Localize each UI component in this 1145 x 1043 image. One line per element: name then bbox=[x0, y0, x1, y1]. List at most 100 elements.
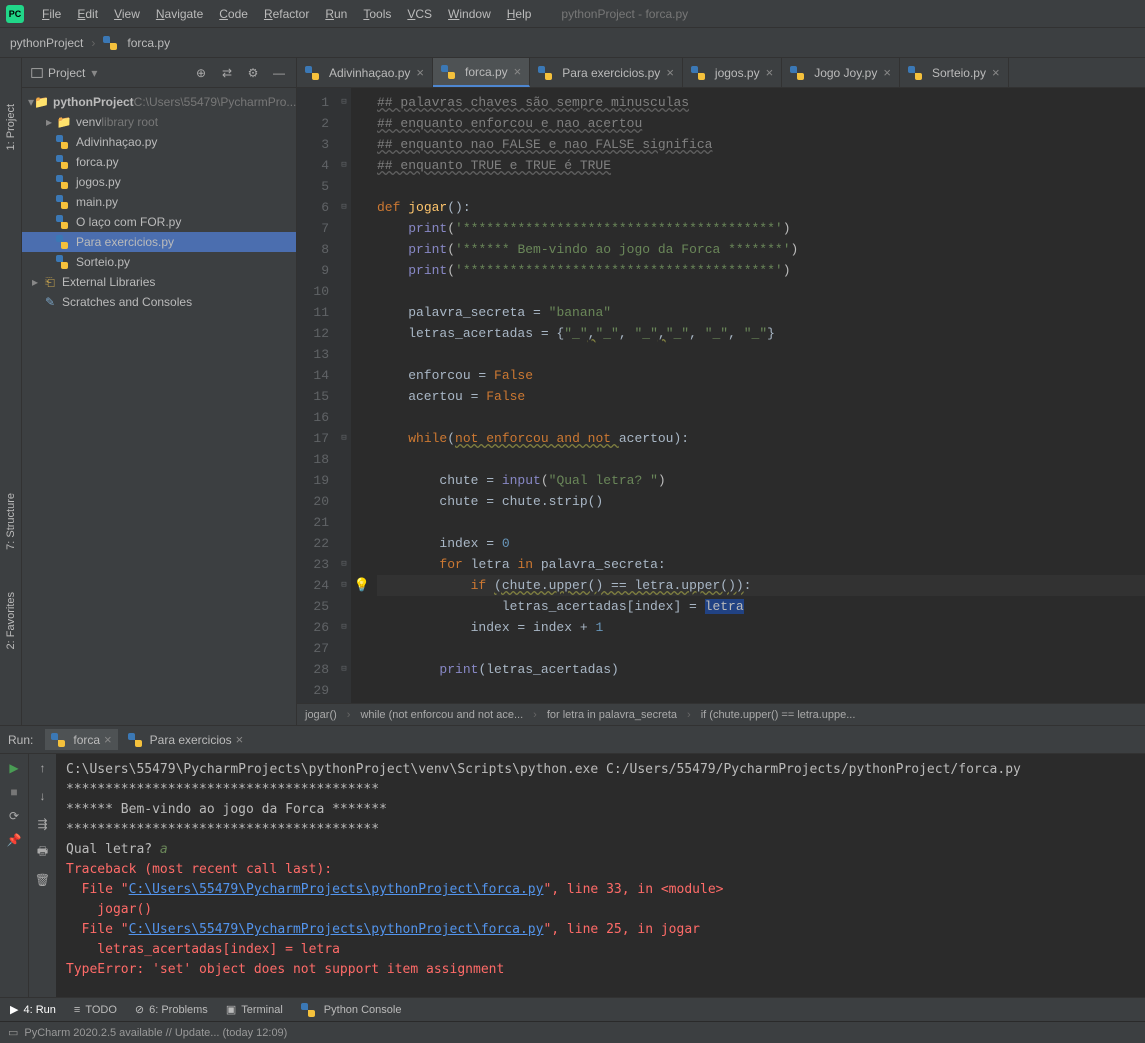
sidebar-title: Project bbox=[48, 66, 85, 80]
code-body[interactable]: ## palavras chaves são sempre minusculas… bbox=[373, 88, 1145, 703]
menu-container: FileEditViewNavigateCodeRefactorRunTools… bbox=[34, 3, 539, 25]
python-file-icon bbox=[305, 66, 319, 80]
run-tabs: forca ×Para exercicios × bbox=[45, 729, 249, 750]
tree-file-Sorteio-py[interactable]: Sorteio.py bbox=[22, 252, 296, 272]
editor-area: Adivinhaçao.py×forca.py×Para exercicios.… bbox=[297, 58, 1145, 725]
tab-problems[interactable]: ⊘ 6: Problems bbox=[135, 1003, 208, 1016]
breadcrumb-item[interactable]: jogar() bbox=[305, 709, 337, 721]
menu-help[interactable]: Help bbox=[499, 3, 540, 25]
tool-tab-favorites[interactable]: 2: Favorites bbox=[3, 586, 19, 655]
menu-window[interactable]: Window bbox=[440, 3, 499, 25]
fold-gutter[interactable]: ⊟ ⊟ ⊟ ⊟ ⊟⊟ ⊟ ⊟ bbox=[337, 88, 351, 703]
menu-refactor[interactable]: Refactor bbox=[256, 3, 317, 25]
run-tab-forca[interactable]: forca × bbox=[45, 729, 117, 750]
tool-tab-structure[interactable]: 7: Structure bbox=[3, 487, 19, 556]
python-file-icon bbox=[790, 66, 804, 80]
run-tab-Para-exercicios[interactable]: Para exercicios × bbox=[122, 729, 250, 750]
sidebar-header: Project ▾ ⊕ ⇄ ⚙ — bbox=[22, 58, 296, 88]
menu-code[interactable]: Code bbox=[211, 3, 256, 25]
breadcrumb-item[interactable]: if (chute.upper() == letra.uppe... bbox=[701, 709, 856, 721]
print-icon[interactable]: 🖶 bbox=[33, 842, 53, 862]
pin-icon[interactable]: 📌 bbox=[4, 830, 24, 850]
editor-tab-Jogo-Joy-py[interactable]: Jogo Joy.py× bbox=[782, 58, 900, 87]
nav-file[interactable]: forca.py bbox=[127, 36, 170, 50]
trash-icon[interactable]: 🗑 bbox=[33, 870, 53, 890]
menu-view[interactable]: View bbox=[106, 3, 148, 25]
breadcrumb-item[interactable]: for letra in palavra_secreta bbox=[547, 709, 677, 721]
tree-file-jogos-py[interactable]: jogos.py bbox=[22, 172, 296, 192]
editor-tabs: Adivinhaçao.py×forca.py×Para exercicios.… bbox=[297, 58, 1145, 88]
tree-root[interactable]: ▾📁pythonProject C:\Users\55479\PycharmPr… bbox=[22, 92, 296, 112]
tab-python-console[interactable]: Python Console bbox=[301, 1003, 402, 1017]
project-tree[interactable]: ▾📁pythonProject C:\Users\55479\PycharmPr… bbox=[22, 88, 296, 725]
tree-venv[interactable]: ▸📁venv library root bbox=[22, 112, 296, 132]
main-menubar: PC FileEditViewNavigateCodeRefactorRunTo… bbox=[0, 0, 1145, 28]
project-sidebar: Project ▾ ⊕ ⇄ ⚙ — ▾📁pythonProject C:\Use… bbox=[22, 58, 297, 725]
tool-tab-project[interactable]: 1: Project bbox=[3, 98, 19, 156]
app-logo: PC bbox=[6, 5, 24, 23]
tree-file-Adivinha-ao-py[interactable]: Adivinhaçao.py bbox=[22, 132, 296, 152]
close-icon[interactable]: × bbox=[883, 65, 891, 80]
editor-tab-Sorteio-py[interactable]: Sorteio.py× bbox=[900, 58, 1009, 87]
tab-todo[interactable]: ≡ TODO bbox=[74, 1004, 117, 1016]
run-tabs-bar: Run: forca ×Para exercicios × bbox=[0, 726, 1145, 754]
tree-file-main-py[interactable]: main.py bbox=[22, 192, 296, 212]
hide-icon[interactable]: — bbox=[270, 64, 288, 82]
menu-vcs[interactable]: VCS bbox=[399, 3, 440, 25]
run-icon[interactable]: ▶ bbox=[4, 758, 24, 778]
close-icon[interactable]: × bbox=[104, 732, 112, 747]
editor-tab-jogos-py[interactable]: jogos.py× bbox=[683, 58, 782, 87]
nav-project[interactable]: pythonProject bbox=[10, 36, 83, 50]
tree-file-Para-exercicios-py[interactable]: Para exercicios.py bbox=[22, 232, 296, 252]
menu-navigate[interactable]: Navigate bbox=[148, 3, 211, 25]
tree-file-O-la-o-com-FOR-py[interactable]: O laço com FOR.py bbox=[22, 212, 296, 232]
editor-tab-forca-py[interactable]: forca.py× bbox=[433, 58, 530, 87]
line-numbers: 1234567891011121314151617181920212223242… bbox=[297, 88, 337, 703]
wrap-icon[interactable]: ⇶ bbox=[33, 814, 53, 834]
menu-file[interactable]: File bbox=[34, 3, 69, 25]
status-icon: ▭ bbox=[8, 1026, 18, 1039]
console-output[interactable]: C:\Users\55479\PycharmProjects\pythonPro… bbox=[56, 754, 1145, 997]
chevron-down-icon[interactable]: ▾ bbox=[91, 66, 97, 80]
tree-external-libraries[interactable]: ▸⎗External Libraries bbox=[22, 272, 296, 292]
up-arrow-icon[interactable]: ↑ bbox=[33, 758, 53, 778]
nav-breadcrumb: pythonProject › forca.py bbox=[0, 28, 1145, 58]
expand-icon[interactable]: ⇄ bbox=[218, 64, 236, 82]
breadcrumb-item[interactable]: while (not enforcou and not ace... bbox=[360, 709, 523, 721]
gear-icon[interactable]: ⚙ bbox=[244, 64, 262, 82]
menu-edit[interactable]: Edit bbox=[69, 3, 106, 25]
status-bar: ▭ PyCharm 2020.2.5 available // Update..… bbox=[0, 1021, 1145, 1043]
editor-tab-Para-exercicios-py[interactable]: Para exercicios.py× bbox=[530, 58, 683, 87]
down-arrow-icon[interactable]: ↓ bbox=[33, 786, 53, 806]
tree-scratches[interactable]: ✎Scratches and Consoles bbox=[22, 292, 296, 312]
close-icon[interactable]: × bbox=[992, 65, 1000, 80]
close-icon[interactable]: × bbox=[766, 65, 774, 80]
editor-tab-Adivinha-ao-py[interactable]: Adivinhaçao.py× bbox=[297, 58, 433, 87]
code-editor[interactable]: 1234567891011121314151617181920212223242… bbox=[297, 88, 1145, 703]
python-file-icon bbox=[691, 66, 705, 80]
run-label: Run: bbox=[8, 733, 33, 747]
status-message[interactable]: PyCharm 2020.2.5 available // Update... … bbox=[24, 1027, 287, 1039]
run-toolwindow: Run: forca ×Para exercicios × ▶ ■ ⟳ 📌 ↑ … bbox=[0, 725, 1145, 997]
python-file-icon bbox=[538, 66, 552, 80]
python-file-icon bbox=[908, 66, 922, 80]
editor-breadcrumb[interactable]: jogar()›while (not enforcou and not ace.… bbox=[297, 703, 1145, 725]
tab-run[interactable]: ▶ 4: Run bbox=[10, 1003, 56, 1016]
project-icon bbox=[30, 66, 44, 80]
tab-terminal[interactable]: ▣ Terminal bbox=[226, 1003, 283, 1016]
close-icon[interactable]: × bbox=[236, 732, 244, 747]
close-icon[interactable]: × bbox=[514, 64, 522, 79]
locate-icon[interactable]: ⊕ bbox=[192, 64, 210, 82]
tree-file-forca-py[interactable]: forca.py bbox=[22, 152, 296, 172]
close-icon[interactable]: × bbox=[666, 65, 674, 80]
python-file-icon bbox=[441, 65, 455, 79]
menu-run[interactable]: Run bbox=[317, 3, 355, 25]
python-file-icon bbox=[103, 36, 117, 50]
run-body: ▶ ■ ⟳ 📌 ↑ ↓ ⇶ 🖶 🗑 C:\Users\55479\Pycharm… bbox=[0, 754, 1145, 997]
rerun-icon[interactable]: ⟳ bbox=[4, 806, 24, 826]
close-icon[interactable]: × bbox=[416, 65, 424, 80]
intention-gutter[interactable]: 💡 bbox=[351, 88, 373, 703]
main-area: 1: Project 7: Structure 2: Favorites Pro… bbox=[0, 58, 1145, 725]
menu-tools[interactable]: Tools bbox=[355, 3, 399, 25]
stop-icon[interactable]: ■ bbox=[4, 782, 24, 802]
